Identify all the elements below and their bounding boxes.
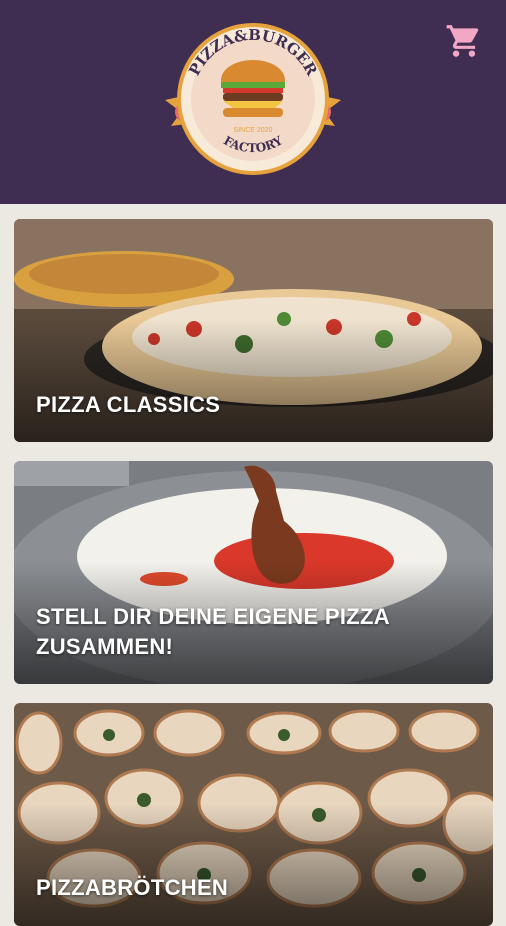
category-title: PIZZABRÖTCHEN [36,875,229,900]
category-card-build-your-own-pizza[interactable]: STELL DIR DEINE EIGENE PIZZA ZUSAMMEN! [14,461,493,684]
brand-logo[interactable]: PIZZA&BURGER SINCE 2020 FACTORY [163,22,343,177]
category-card-pizza-classics[interactable]: PIZZA CLASSICS [14,219,493,442]
logo-tagline: SINCE 2020 [234,127,273,134]
category-title: STELL DIR DEINE EIGENE PIZZA ZUSAMMEN! [36,604,390,659]
app-header: PIZZA&BURGER SINCE 2020 FACTORY [0,0,506,204]
category-title: PIZZA CLASSICS [36,392,221,417]
shopping-cart-button[interactable] [445,22,483,60]
category-card-pizzabroetchen[interactable]: PIZZABRÖTCHEN [14,703,493,926]
shopping-cart-icon [446,25,479,57]
